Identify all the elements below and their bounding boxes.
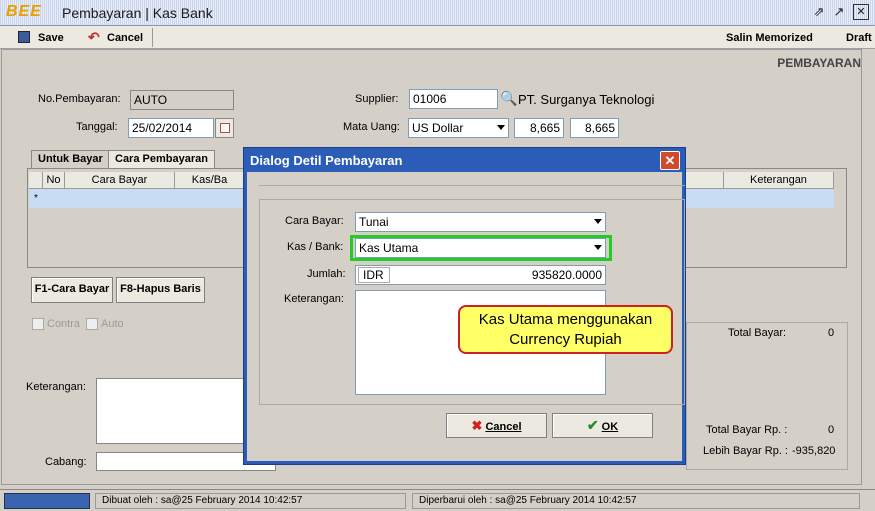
dialog-ok-button[interactable]: ✔ OK [552, 413, 653, 438]
title-bar: BEE Pembayaran | Kas Bank ⇗ ↗ ✕ [0, 0, 875, 26]
auto-label: Auto [101, 318, 124, 330]
cara-bayar-select[interactable]: Tunai [355, 212, 606, 232]
new-row-marker: * [34, 193, 38, 204]
chevron-down-icon [497, 125, 505, 130]
status-bar: Dibuat oleh : sa@25 February 2014 10:42:… [0, 489, 875, 511]
tab-untuk-bayar[interactable]: Untuk Bayar [31, 150, 110, 168]
column-header-keterangan[interactable]: Keterangan [724, 172, 834, 189]
contra-label: Contra [47, 318, 81, 330]
calendar-button[interactable] [215, 118, 234, 138]
keterangan-textarea[interactable] [96, 378, 246, 444]
window-title: Pembayaran | Kas Bank [62, 5, 213, 21]
lebih-bayar-label: Lebih Bayar Rp. : [703, 445, 788, 457]
contra-checkbox[interactable] [32, 318, 44, 330]
mata-uang-label: Mata Uang: [343, 121, 400, 133]
status-dibuat: Dibuat oleh : sa@25 February 2014 10:42:… [95, 493, 406, 509]
save-label: Save [38, 32, 64, 44]
supplier-code-input[interactable]: 01006 [409, 89, 498, 109]
jumlah-value: 935820.0000 [531, 268, 602, 282]
page-title: PEMBAYARAN [777, 56, 861, 70]
total-bayar-value: 0 [828, 327, 835, 339]
dialog-cancel-button[interactable]: ✖ Cancel [446, 413, 547, 438]
x-icon: ✖ [471, 418, 483, 433]
mata-uang-select[interactable]: US Dollar [408, 118, 509, 138]
chevron-down-icon [594, 245, 602, 250]
rate-input-1[interactable]: 8,665 [514, 118, 564, 138]
annotation-callout: Kas Utama menggunakan Currency Rupiah [458, 305, 673, 354]
undo-icon: ↶ [88, 29, 100, 45]
restore-icon[interactable]: ⇗ [811, 4, 827, 20]
floppy-icon [18, 31, 30, 43]
f1-cara-bayar-button[interactable]: F1-Cara Bayar [31, 277, 113, 303]
cancel-button[interactable]: ↶ Cancel [88, 29, 148, 47]
tanggal-label: Tanggal: [76, 121, 118, 133]
dialog-title: Dialog Detil Pembayaran [250, 153, 403, 168]
close-icon[interactable]: ✕ [853, 4, 869, 20]
kas-bank-label: Kas / Bank: [287, 241, 344, 253]
no-pembayaran-field: AUTO [130, 90, 234, 110]
callout-line-1: Kas Utama menggunakan [478, 311, 653, 328]
cancel-label: Cancel [107, 32, 144, 44]
column-header-blank [686, 172, 724, 189]
dialog-ok-label: OK [601, 421, 619, 433]
calendar-icon [220, 123, 230, 133]
rate-input-2[interactable]: 8,665 [570, 118, 619, 138]
maximize-icon[interactable]: ↗ [831, 4, 847, 20]
total-bayar-label: Total Bayar: [728, 327, 787, 339]
status-diperbarui: Diperbarui oleh : sa@25 February 2014 10… [412, 493, 860, 509]
draft-label: Draft [846, 32, 872, 44]
toolbar-divider [152, 28, 153, 47]
column-header-kas-bank[interactable]: Kas/Ba [175, 172, 245, 189]
total-bayar-rp-value: 0 [828, 424, 835, 436]
column-header-no[interactable]: No [43, 172, 65, 189]
chevron-down-icon [594, 219, 602, 224]
jumlah-input[interactable]: IDR 935820.0000 [355, 265, 606, 285]
search-icon[interactable]: 🔍 [500, 90, 517, 107]
column-header-cara-bayar[interactable]: Cara Bayar [65, 172, 175, 189]
dialog-cancel-label: Cancel [485, 421, 522, 433]
tab-cara-pembayaran[interactable]: Cara Pembayaran [108, 150, 215, 168]
kas-bank-value: Kas Utama [359, 241, 419, 255]
cabang-label: Cabang: [45, 456, 87, 468]
jumlah-currency: IDR [358, 267, 390, 283]
dialog-divider [259, 185, 685, 186]
check-icon: ✔ [586, 417, 599, 433]
mata-uang-value: US Dollar [412, 121, 464, 135]
close-icon[interactable]: ✕ [660, 151, 680, 170]
cara-bayar-label: Cara Bayar: [285, 215, 344, 227]
salin-memorized-link[interactable]: Salin Memorized [726, 29, 813, 47]
total-bayar-rp-label: Total Bayar Rp. : [706, 424, 788, 436]
no-pembayaran-label: No.Pembayaran: [38, 93, 121, 105]
dialog-keterangan-label: Keterangan: [284, 293, 344, 305]
supplier-label: Supplier: [355, 93, 399, 105]
lebih-bayar-value: -935,820 [792, 445, 836, 457]
app-logo: BEE [6, 3, 42, 20]
progress-indicator [4, 493, 90, 509]
kas-bank-select[interactable]: Kas Utama [355, 238, 606, 258]
auto-checkbox[interactable] [86, 318, 98, 330]
grid-corner [29, 172, 43, 189]
toolbar: Save ↶ Cancel Salin Memorized Draft [0, 26, 875, 70]
tanggal-input[interactable]: 25/02/2014 [128, 118, 214, 138]
f8-hapus-baris-button[interactable]: F8-Hapus Baris [116, 277, 205, 303]
callout-line-2: Currency Rupiah [509, 331, 622, 348]
supplier-name: PT. Surganya Teknologi [518, 92, 655, 107]
jumlah-label: Jumlah: [307, 268, 346, 280]
cara-bayar-value: Tunai [359, 215, 389, 229]
keterangan-label: Keterangan: [26, 381, 86, 393]
